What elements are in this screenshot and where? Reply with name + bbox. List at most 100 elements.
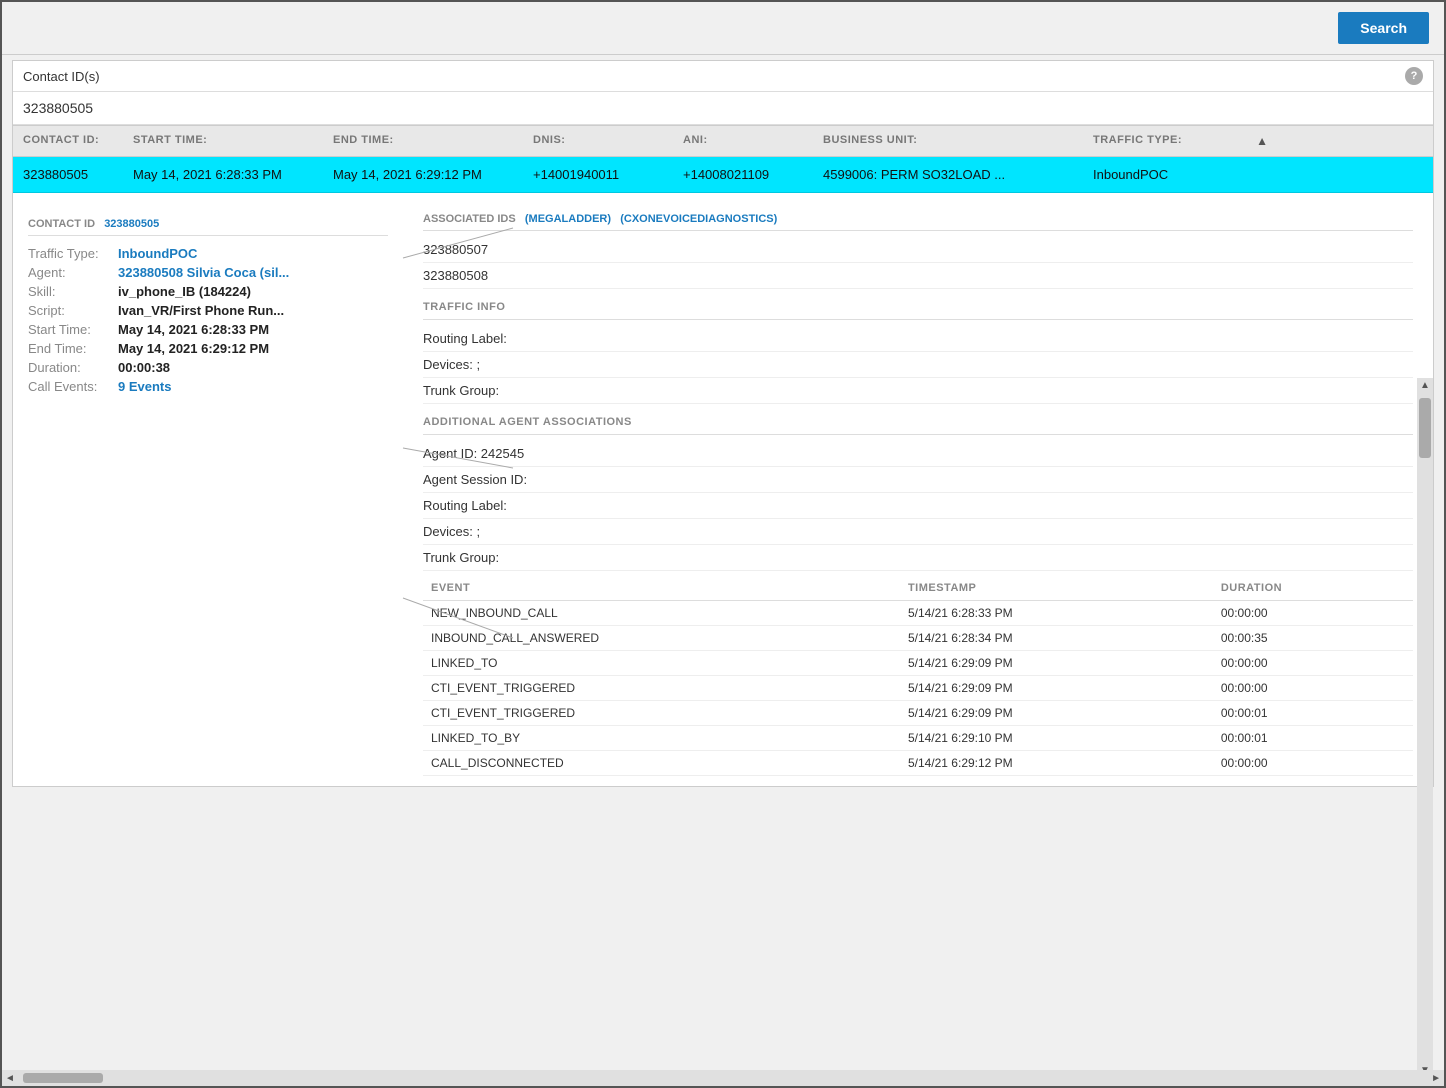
th-dnis: DNIS: xyxy=(523,126,673,156)
script-label: Script: xyxy=(28,303,118,318)
table-row[interactable]: 323880505 May 14, 2021 6:28:33 PM May 14… xyxy=(13,157,1433,193)
event-row: CTI_EVENT_TRIGGERED5/14/21 6:29:09 PM00:… xyxy=(423,701,1413,726)
event-cell-timestamp: 5/14/21 6:28:33 PM xyxy=(900,601,1213,626)
event-cell-duration: 00:00:00 xyxy=(1213,601,1413,626)
top-bar: Search xyxy=(2,2,1444,55)
horizontal-scrollbar[interactable]: ◄ ► xyxy=(2,1070,1444,1086)
contact-id-label-row: Contact ID(s) ? xyxy=(13,61,1433,91)
td-end-time: May 14, 2021 6:29:12 PM xyxy=(323,157,523,192)
agent-devices-field: Devices: ; xyxy=(423,519,1413,545)
event-cell-timestamp: 5/14/21 6:29:09 PM xyxy=(900,651,1213,676)
event-cell-duration: 00:00:00 xyxy=(1213,676,1413,701)
detail-agent: Agent: 323880508 Silvia Coca (sil... xyxy=(28,265,388,280)
event-cell-duration: 00:00:35 xyxy=(1213,626,1413,651)
events-col-event: EVENT xyxy=(423,576,900,601)
skill-value: iv_phone_IB (184224) xyxy=(118,284,251,299)
event-cell-event: NEW_INBOUND_CALL xyxy=(423,601,900,626)
td-business-unit: 4599006: PERM SO32LOAD ... xyxy=(813,157,1083,192)
megaladder-link[interactable]: (MEGALADDER) xyxy=(525,213,611,225)
vertical-scrollbar[interactable]: ▲ ▼ xyxy=(1417,378,1433,1078)
h-scroll-thumb[interactable] xyxy=(23,1073,103,1083)
table-header: CONTACT ID: START TIME: END TIME: DNIS: … xyxy=(13,125,1433,157)
event-cell-event: CALL_DISCONNECTED xyxy=(423,751,900,776)
main-container: Search Contact ID(s) ? CONTACT ID: START… xyxy=(0,0,1446,1088)
traffic-type-value[interactable]: InboundPOC xyxy=(118,246,197,261)
scroll-up-icon[interactable]: ▲ xyxy=(1418,378,1432,393)
end-time-value: May 14, 2021 6:29:12 PM xyxy=(118,341,269,356)
scroll-left-icon[interactable]: ◄ xyxy=(2,1073,18,1084)
th-business-unit: BUSINESS UNIT: xyxy=(813,126,1083,156)
th-sort[interactable]: ▲ xyxy=(1243,126,1273,156)
event-cell-duration: 00:00:00 xyxy=(1213,651,1413,676)
agent-label: Agent: xyxy=(28,265,118,280)
event-cell-event: CTI_EVENT_TRIGGERED xyxy=(423,676,900,701)
th-contact-id: CONTACT ID: xyxy=(13,126,123,156)
detail-call-events: Call Events: 9 Events xyxy=(28,379,388,394)
script-value: Ivan_VR/First Phone Run... xyxy=(118,303,284,318)
th-traffic-type: TRAFFIC TYPE: xyxy=(1083,126,1243,156)
search-button[interactable]: Search xyxy=(1338,12,1429,44)
call-events-label: Call Events: xyxy=(28,379,118,394)
associated-ids-title: ASSOCIATED IDS xyxy=(423,213,516,225)
start-time-value: May 14, 2021 6:28:33 PM xyxy=(118,322,269,337)
td-traffic-type: InboundPOC xyxy=(1083,157,1243,192)
event-cell-timestamp: 5/14/21 6:29:09 PM xyxy=(900,676,1213,701)
sort-arrow-icon: ▲ xyxy=(1256,134,1268,148)
traffic-info-divider xyxy=(423,319,1413,320)
event-cell-event: LINKED_TO xyxy=(423,651,900,676)
event-row: CALL_DISCONNECTED5/14/21 6:29:12 PM00:00… xyxy=(423,751,1413,776)
traffic-info-title: TRAFFIC INFO xyxy=(423,301,1413,313)
td-contact-id: 323880505 xyxy=(13,157,123,192)
assoc-id-2: 323880508 xyxy=(423,263,1413,289)
events-col-timestamp: TIMESTAMP xyxy=(900,576,1213,601)
event-cell-timestamp: 5/14/21 6:29:12 PM xyxy=(900,751,1213,776)
event-cell-event: INBOUND_CALL_ANSWERED xyxy=(423,626,900,651)
content-area: Contact ID(s) ? CONTACT ID: START TIME: … xyxy=(12,60,1434,787)
th-start-time: START TIME: xyxy=(123,126,323,156)
event-cell-duration: 00:00:01 xyxy=(1213,726,1413,751)
event-row: CTI_EVENT_TRIGGERED5/14/21 6:29:09 PM00:… xyxy=(423,676,1413,701)
event-cell-timestamp: 5/14/21 6:29:10 PM xyxy=(900,726,1213,751)
call-events-value[interactable]: 9 Events xyxy=(118,379,171,394)
th-ani: ANI: xyxy=(673,126,813,156)
info-icon[interactable]: ? xyxy=(1405,67,1423,85)
detail-script: Script: Ivan_VR/First Phone Run... xyxy=(28,303,388,318)
agent-id-field: Agent ID: 242545 xyxy=(423,441,1413,467)
event-cell-duration: 00:00:00 xyxy=(1213,751,1413,776)
agent-routing-label-field: Routing Label: xyxy=(423,493,1413,519)
event-row: LINKED_TO_BY5/14/21 6:29:10 PM00:00:01 xyxy=(423,726,1413,751)
td-dnis: +14001940011 xyxy=(523,157,673,192)
event-cell-timestamp: 5/14/21 6:28:34 PM xyxy=(900,626,1213,651)
event-cell-timestamp: 5/14/21 6:29:09 PM xyxy=(900,701,1213,726)
duration-value: 00:00:38 xyxy=(118,360,170,375)
event-cell-duration: 00:00:01 xyxy=(1213,701,1413,726)
scroll-thumb[interactable] xyxy=(1419,398,1431,458)
events-table-header-row: EVENT TIMESTAMP DURATION xyxy=(423,576,1413,601)
trunk-group-field: Trunk Group: xyxy=(423,378,1413,404)
left-panel: CONTACT ID 323880505 Traffic Type: Inbou… xyxy=(13,198,403,786)
contact-id-header: CONTACT ID 323880505 xyxy=(28,218,388,236)
agent-value[interactable]: 323880508 Silvia Coca (sil... xyxy=(118,265,289,280)
td-ani: +14008021109 xyxy=(673,157,813,192)
contact-id-input[interactable] xyxy=(13,91,1433,125)
detail-skill: Skill: iv_phone_IB (184224) xyxy=(28,284,388,299)
devices-field: Devices: ; xyxy=(423,352,1413,378)
event-row: INBOUND_CALL_ANSWERED5/14/21 6:28:34 PM0… xyxy=(423,626,1413,651)
right-panel: ASSOCIATED IDS (MEGALADDER) (CXONEVOICED… xyxy=(403,198,1433,786)
events-col-duration: DURATION xyxy=(1213,576,1413,601)
additional-agent-title: ADDITIONAL AGENT ASSOCIATIONS xyxy=(423,416,1413,428)
events-table: EVENT TIMESTAMP DURATION NEW_INBOUND_CAL… xyxy=(423,576,1413,776)
detail-duration: Duration: 00:00:38 xyxy=(28,360,388,375)
agent-trunk-group-field: Trunk Group: xyxy=(423,545,1413,571)
detail-traffic-type: Traffic Type: InboundPOC xyxy=(28,246,388,261)
event-row: NEW_INBOUND_CALL5/14/21 6:28:33 PM00:00:… xyxy=(423,601,1413,626)
scroll-right-icon[interactable]: ► xyxy=(1428,1073,1444,1084)
td-start-time: May 14, 2021 6:28:33 PM xyxy=(123,157,323,192)
cxonevoice-link[interactable]: (CXONEVOICEDIAGNOSTICS) xyxy=(620,213,777,225)
contact-id-header-label: CONTACT ID xyxy=(28,218,95,230)
traffic-type-label: Traffic Type: xyxy=(28,246,118,261)
agent-session-id-field: Agent Session ID: xyxy=(423,467,1413,493)
end-time-label: End Time: xyxy=(28,341,118,356)
assoc-ids-divider xyxy=(423,230,1413,231)
skill-label: Skill: xyxy=(28,284,118,299)
